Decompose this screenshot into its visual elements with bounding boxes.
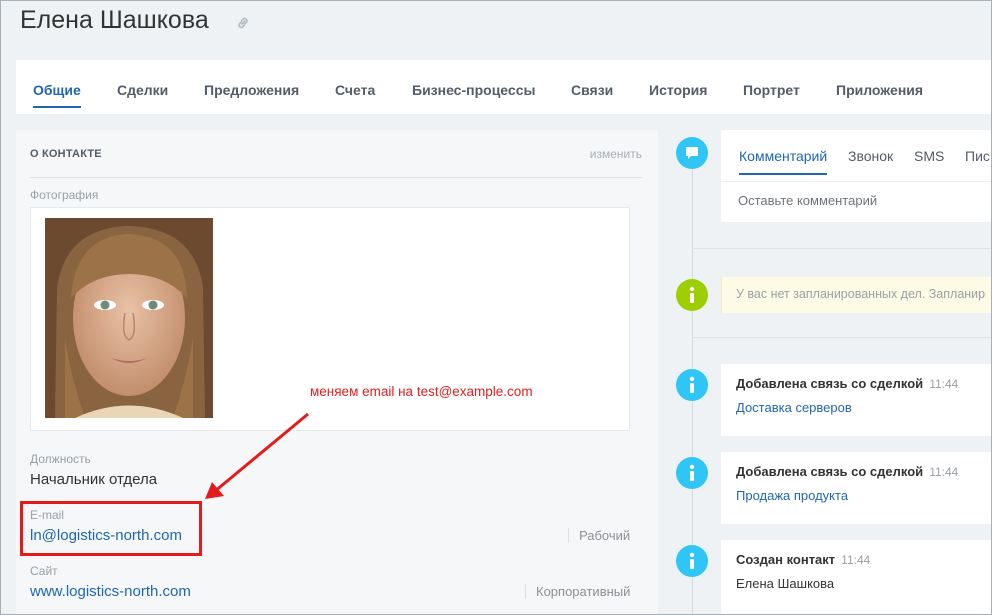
- link-icon[interactable]: [235, 15, 251, 31]
- event-time: 11:44: [841, 553, 871, 567]
- comment-input[interactable]: Оставьте комментарий: [738, 193, 877, 208]
- activity-composer: Комментарий Звонок SMS Пис Оставьте комм…: [721, 130, 992, 222]
- composer-tab-call[interactable]: Звонок: [848, 148, 893, 164]
- tab-invoices[interactable]: Счета: [335, 82, 375, 98]
- event-title: Добавлена связь со сделкой 11:44: [736, 464, 959, 479]
- event-time: 11:44: [929, 377, 959, 391]
- composer-tab-email[interactable]: Пис: [965, 148, 990, 164]
- page-title: Елена Шашкова: [20, 6, 209, 34]
- annotation-text: меняем email на test@example.com: [310, 384, 533, 399]
- site-type: Корпоративный: [525, 584, 630, 599]
- edit-link[interactable]: изменить: [590, 147, 642, 161]
- tab-business-processes[interactable]: Бизнес-процессы: [412, 82, 535, 98]
- timeline-separator: [692, 248, 992, 249]
- tab-general[interactable]: Общие: [33, 82, 81, 108]
- position-label: Должность: [30, 452, 91, 466]
- site-link[interactable]: www.logistics-north.com: [30, 583, 191, 600]
- tab-quotes[interactable]: Предложения: [204, 82, 299, 98]
- divider: [30, 177, 642, 178]
- event-deal-link[interactable]: Продажа продукта: [736, 488, 848, 503]
- planned-activities-text: У вас нет запланированных дел. Запланир: [736, 287, 986, 301]
- position-value: Начальник отдела: [30, 471, 158, 488]
- event-deal-link[interactable]: Доставка серверов: [736, 400, 852, 415]
- info-icon: [676, 457, 708, 489]
- timeline-separator: [692, 337, 992, 338]
- tab-deals[interactable]: Сделки: [117, 82, 168, 98]
- event-contact-name: Елена Шашкова: [736, 576, 835, 591]
- timeline-event: Добавлена связь со сделкой 11:44 Доставка…: [721, 364, 992, 436]
- site-label: Сайт: [30, 564, 58, 578]
- composer-tab-sms[interactable]: SMS: [914, 148, 944, 164]
- email-type: Рабочий: [568, 528, 630, 543]
- event-time: 11:44: [929, 465, 959, 479]
- comment-icon: [676, 137, 708, 169]
- planned-activities-notice: У вас нет запланированных дел. Запланир: [721, 277, 992, 313]
- section-title: О КОНТАКТЕ: [30, 148, 102, 160]
- photo-label: Фотография: [30, 188, 99, 202]
- composer-tab-comment[interactable]: Комментарий: [739, 148, 828, 175]
- tab-portrait[interactable]: Портрет: [743, 82, 800, 98]
- composer-divider: [721, 181, 992, 182]
- detail-tabs: Общие Сделки Предложения Счета Бизнес-пр…: [16, 60, 992, 114]
- tab-relations[interactable]: Связи: [571, 82, 613, 98]
- annotation-highlight-box: [20, 501, 202, 556]
- contact-photo[interactable]: [45, 218, 213, 418]
- timeline-event: Создан контакт 11:44 Елена Шашкова: [721, 540, 992, 615]
- tab-history[interactable]: История: [649, 82, 707, 98]
- event-title: Создан контакт 11:44: [736, 552, 871, 567]
- info-icon: [676, 369, 708, 401]
- event-title: Добавлена связь со сделкой 11:44: [736, 376, 959, 391]
- timeline-event: Добавлена связь со сделкой 11:44 Продажа …: [721, 452, 992, 524]
- tab-applications[interactable]: Приложения: [836, 82, 923, 98]
- info-icon: [676, 545, 708, 577]
- info-icon: [676, 279, 708, 311]
